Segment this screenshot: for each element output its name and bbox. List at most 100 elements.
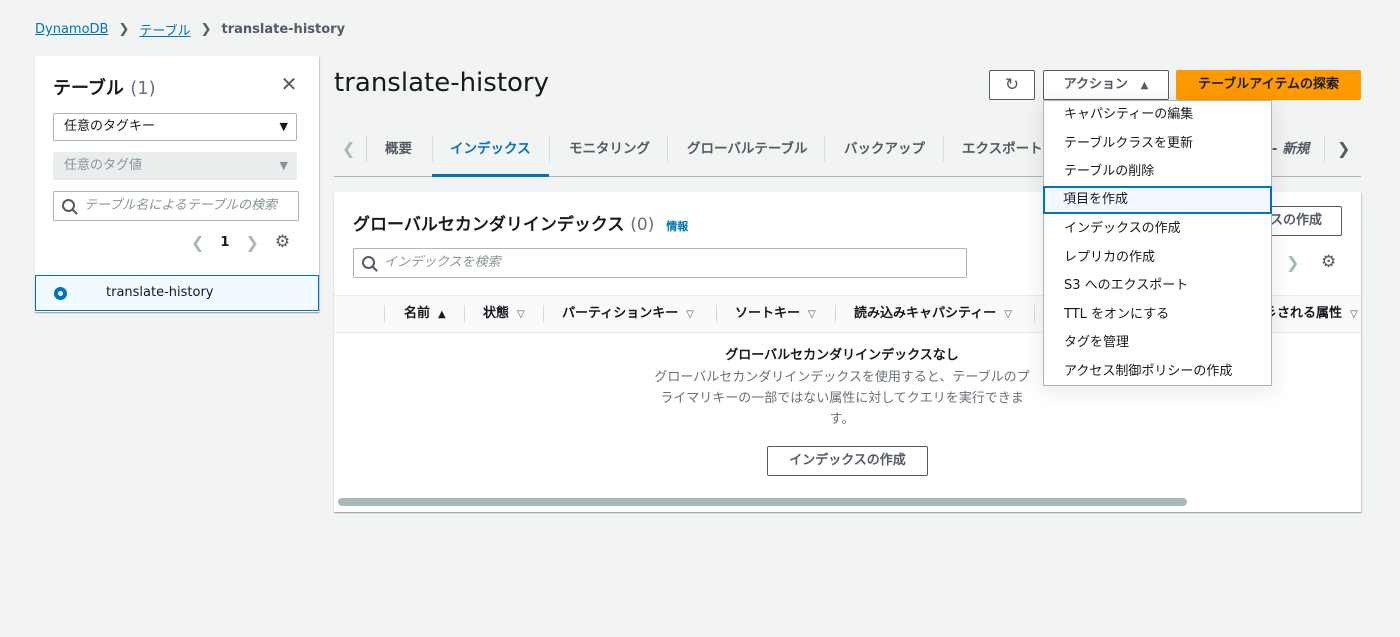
table-search-placeholder: テーブル名によるテーブルの検索	[84, 198, 278, 213]
col-status[interactable]: 状態 ▽	[483, 296, 525, 332]
radio-selected-icon[interactable]	[54, 287, 67, 300]
actions-dropdown-menu: キャパシティーの編集 テーブルクラスを更新 テーブルの削除 項目を作成 インデッ…	[1043, 100, 1272, 386]
col-name-label: 名前	[404, 306, 431, 321]
sort-icon: ▽	[1350, 309, 1358, 320]
tab-global-tables[interactable]: グローバルテーブル	[687, 130, 808, 174]
menu-item-manage-tags[interactable]: タグを管理	[1044, 329, 1271, 357]
sort-icon: ▽	[1004, 309, 1012, 320]
tab-monitoring[interactable]: モニタリング	[569, 130, 650, 174]
empty-state: グローバルセカンダリインデックスなし グローバルセカンダリインデックスを使用する…	[652, 344, 1032, 430]
search-icon	[62, 199, 75, 212]
tab-divider	[1324, 136, 1325, 162]
menu-item-create-access-policy[interactable]: アクセス制御ポリシーの作成	[1044, 358, 1271, 386]
index-search-placeholder: インデックスを検索	[384, 255, 501, 270]
chevron-right-icon[interactable]: ❯	[1337, 130, 1350, 174]
column-divider	[835, 305, 836, 323]
close-icon[interactable]: ✕	[279, 74, 299, 94]
col-sort-key[interactable]: ソートキー ▽	[735, 296, 816, 332]
breadcrumb-dynamodb[interactable]: DynamoDB	[35, 22, 108, 37]
create-index-button[interactable]: インデックスの作成	[767, 446, 928, 476]
menu-item-update-table-class[interactable]: テーブルクラスを更新	[1044, 130, 1271, 158]
caret-up-icon: ▲	[1140, 80, 1149, 91]
tag-value-value: 任意のタグ値	[64, 158, 143, 173]
sort-icon: ▽	[686, 309, 694, 320]
actions-label: アクション	[1063, 77, 1129, 92]
caret-down-icon: ▼	[279, 159, 288, 172]
explore-items-button[interactable]: テーブルアイテムの探索	[1176, 70, 1361, 100]
sort-icon: ▽	[808, 309, 816, 320]
tab-new-badge: - 新規	[1272, 141, 1310, 157]
pagination: ❮ 1 ❯ ⚙	[191, 232, 290, 252]
sidebar-title: テーブル (1)	[53, 74, 156, 100]
table-search-input[interactable]: テーブル名によるテーブルの検索	[53, 191, 299, 221]
current-page[interactable]: 1	[220, 235, 229, 250]
sidebar-count: (1)	[130, 78, 156, 99]
gear-icon[interactable]: ⚙	[275, 232, 290, 252]
tab-overview[interactable]: 概要	[385, 130, 412, 174]
tab-divider	[549, 136, 550, 162]
table-list-item[interactable]: translate-history	[35, 275, 319, 311]
sidebar-title-text: テーブル	[53, 78, 124, 99]
tag-key-value: 任意のタグキー	[64, 119, 156, 134]
column-divider	[384, 305, 385, 323]
tag-value-select: 任意のタグ値 ▼	[53, 152, 297, 180]
tab-backups[interactable]: バックアップ	[844, 130, 925, 174]
menu-item-export-s3[interactable]: S3 へのエクスポート	[1044, 272, 1271, 300]
tables-sidebar: テーブル (1) ✕ 任意のタグキー ▼ 任意のタグ値 ▼ テーブル名によるテー…	[35, 56, 319, 312]
gsi-title: グローバルセカンダリインデックス (0) 情報	[353, 210, 688, 235]
new-label: 新規	[1282, 141, 1310, 157]
breadcrumb-tables[interactable]: テーブル	[139, 20, 190, 39]
chevron-right-icon: ❯	[118, 22, 130, 37]
refresh-button[interactable]: ↻	[989, 70, 1035, 100]
tab-indexes[interactable]: インデックス	[432, 130, 549, 177]
chevron-right-icon[interactable]: ❯	[245, 233, 258, 252]
breadcrumb: DynamoDB ❯ テーブル ❯ translate-history	[35, 20, 345, 39]
column-divider	[716, 305, 717, 323]
col-projected-attributes[interactable]: 彡される属性 ▽	[1264, 296, 1358, 332]
menu-item-turn-on-ttl[interactable]: TTL をオンにする	[1044, 301, 1271, 329]
table-name: translate-history	[106, 285, 214, 300]
column-divider	[543, 305, 544, 323]
empty-title: グローバルセカンダリインデックスなし	[725, 348, 959, 363]
sort-ascending-icon: ▲	[438, 309, 446, 320]
gear-icon[interactable]: ⚙	[1321, 252, 1336, 272]
col-partition-key[interactable]: パーティションキー ▽	[562, 296, 694, 332]
gsi-count: (0)	[630, 215, 655, 235]
column-divider	[464, 305, 465, 323]
menu-item-delete-table[interactable]: テーブルの削除	[1044, 158, 1271, 186]
page-title: translate-history	[334, 68, 549, 98]
tag-key-select[interactable]: 任意のタグキー ▼	[53, 113, 297, 141]
info-link[interactable]: 情報	[666, 220, 688, 233]
actions-button[interactable]: アクション ▲	[1043, 70, 1169, 100]
column-divider	[1034, 305, 1035, 323]
col-read-capacity-label: 読み込みキャパシティー	[854, 306, 997, 321]
tab-divider	[943, 136, 944, 162]
col-partition-key-label: パーティションキー	[562, 306, 679, 321]
tab-divider	[366, 136, 367, 162]
col-name[interactable]: 名前 ▲	[404, 296, 446, 332]
horizontal-scrollbar[interactable]	[338, 498, 1187, 506]
col-status-label: 状態	[483, 306, 510, 321]
sort-icon: ▽	[517, 309, 525, 320]
gsi-title-text: グローバルセカンダリインデックス	[353, 215, 625, 235]
col-read-capacity[interactable]: 読み込みキャパシティー ▽	[854, 296, 1012, 332]
empty-description: グローバルセカンダリインデックスを使用すると、テーブルのプライマリキーの一部では…	[654, 370, 1030, 427]
index-search-input[interactable]: インデックスを検索	[353, 248, 967, 278]
refresh-icon: ↻	[1004, 75, 1020, 95]
chevron-right-icon: ❯	[200, 22, 212, 37]
menu-item-create-replica[interactable]: レプリカの作成	[1044, 244, 1271, 272]
search-icon	[362, 256, 375, 269]
caret-down-icon: ▼	[279, 120, 288, 133]
tab-divider	[824, 136, 825, 162]
chevron-right-icon[interactable]: ❯	[1286, 253, 1299, 272]
menu-item-create-index[interactable]: インデックスの作成	[1044, 215, 1271, 243]
tab-exports[interactable]: エクスポート	[962, 130, 1043, 174]
menu-item-create-item[interactable]: 項目を作成	[1043, 186, 1272, 214]
chevron-left-icon[interactable]: ❮	[191, 233, 204, 252]
col-sort-key-label: ソートキー	[735, 306, 801, 321]
breadcrumb-current: translate-history	[221, 22, 346, 37]
col-projected-label: 彡される属性	[1264, 306, 1343, 321]
menu-item-edit-capacity[interactable]: キャパシティーの編集	[1044, 101, 1271, 129]
chevron-left-icon[interactable]: ❮	[342, 130, 355, 174]
tab-divider	[667, 136, 668, 162]
